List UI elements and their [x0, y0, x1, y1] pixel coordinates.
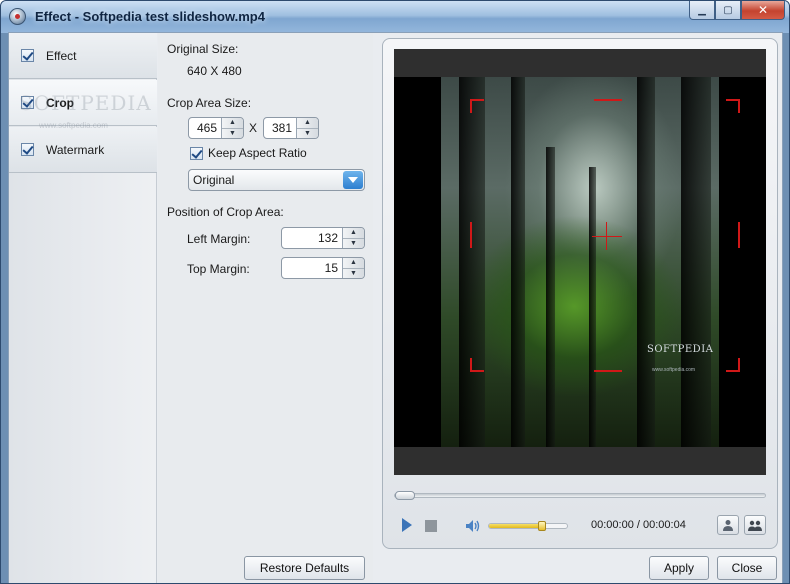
- crop-width-value: 465: [196, 121, 217, 135]
- volume-slider[interactable]: [488, 521, 568, 531]
- up-arrow-icon[interactable]: ▲: [343, 228, 364, 239]
- crop-corner-bottom-left[interactable]: [470, 358, 484, 372]
- app-icon: [9, 8, 26, 25]
- seek-bar[interactable]: [394, 491, 766, 500]
- down-arrow-icon[interactable]: ▼: [343, 269, 364, 279]
- stop-icon[interactable]: [425, 520, 437, 532]
- crop-settings-panel: Original Size: 640 X 480 Crop Area Size:…: [158, 33, 373, 583]
- close-button[interactable]: Close: [717, 556, 777, 580]
- down-arrow-icon[interactable]: ▼: [222, 129, 243, 139]
- keep-aspect-checkbox[interactable]: [190, 146, 203, 160]
- nav-item-label: Effect: [46, 48, 77, 63]
- crop-corner-top-left[interactable]: [470, 99, 484, 113]
- keep-aspect-ratio-option[interactable]: Keep Aspect Ratio: [190, 146, 307, 160]
- crop-center-crosshair-v: [606, 222, 607, 250]
- original-size-value: 640 X 480: [187, 64, 242, 78]
- top-margin-stepper[interactable]: 15 ▲ ▼: [281, 257, 365, 279]
- aspect-ratio-value: Original: [193, 173, 235, 187]
- window-title: Effect - Softpedia test slideshow.mp4: [35, 9, 265, 24]
- crop-corner-bottom-right[interactable]: [726, 358, 740, 372]
- down-arrow-icon[interactable]: ▼: [343, 239, 364, 249]
- video-preview[interactable]: SOFTPEDIA www.softpedia.com: [394, 49, 766, 475]
- crop-corner-top-right[interactable]: [726, 99, 740, 113]
- chevron-down-icon[interactable]: [343, 171, 363, 189]
- single-person-icon[interactable]: [717, 515, 739, 535]
- crop-height-value: 381: [271, 121, 292, 135]
- position-label: Position of Crop Area:: [167, 205, 284, 219]
- top-margin-label: Top Margin:: [187, 262, 250, 276]
- time-display: 00:00:00 / 00:00:04: [591, 519, 686, 531]
- effect-checkbox[interactable]: [21, 49, 34, 62]
- up-arrow-icon[interactable]: ▲: [297, 118, 318, 129]
- apply-button[interactable]: Apply: [649, 556, 709, 580]
- speaker-icon[interactable]: [465, 519, 481, 533]
- left-margin-value: 132: [317, 231, 338, 245]
- window-controls: ▁ ▢ ✕: [689, 1, 785, 20]
- top-margin-value: 15: [324, 261, 338, 275]
- maximize-button[interactable]: ▢: [715, 1, 741, 20]
- seek-thumb[interactable]: [395, 491, 415, 500]
- watermark-checkbox[interactable]: [21, 143, 34, 156]
- effect-nav: Effect Crop Watermark SOFTPEDIA www.soft…: [9, 33, 157, 583]
- two-persons-icon[interactable]: [744, 515, 766, 535]
- background-watermark-logo: SOFTPEDIA: [19, 91, 152, 115]
- nav-item-watermark[interactable]: Watermark: [9, 127, 157, 173]
- nav-item-label: Watermark: [46, 142, 105, 157]
- original-size-label: Original Size:: [167, 42, 239, 56]
- left-margin-stepper[interactable]: 132 ▲ ▼: [281, 227, 365, 249]
- dialog-client: Effect Crop Watermark SOFTPEDIA www.soft…: [8, 32, 783, 583]
- title-bar[interactable]: Effect - Softpedia test slideshow.mp4 ▁ …: [1, 1, 789, 33]
- video-watermark-logo: SOFTPEDIA: [647, 344, 714, 355]
- aspect-ratio-dropdown[interactable]: Original: [188, 169, 365, 191]
- crop-height-stepper[interactable]: 381 ▲ ▼: [263, 117, 319, 139]
- crop-edge-top[interactable]: [594, 99, 622, 101]
- effect-window: Effect - Softpedia test slideshow.mp4 ▁ …: [0, 0, 790, 584]
- background-watermark-url: www.softpedia.com: [39, 121, 108, 130]
- video-watermark-url: www.softpedia.com: [652, 367, 696, 373]
- volume-knob[interactable]: [538, 521, 547, 531]
- forest-scene-image: SOFTPEDIA www.softpedia.com: [441, 77, 719, 447]
- minimize-button[interactable]: ▁: [689, 1, 715, 20]
- crop-edge-right[interactable]: [738, 222, 740, 248]
- preview-panel: SOFTPEDIA www.softpedia.com 00:00:00 / 0…: [382, 38, 778, 549]
- crop-size-separator: X: [249, 121, 258, 135]
- left-margin-label: Left Margin:: [187, 232, 251, 246]
- crop-edge-left[interactable]: [470, 222, 472, 248]
- restore-defaults-button[interactable]: Restore Defaults: [244, 556, 365, 580]
- up-arrow-icon[interactable]: ▲: [222, 118, 243, 129]
- down-arrow-icon[interactable]: ▼: [297, 129, 318, 139]
- volume-fill: [489, 524, 543, 528]
- close-window-button[interactable]: ✕: [741, 1, 785, 20]
- keep-aspect-label: Keep Aspect Ratio: [208, 146, 307, 160]
- play-icon[interactable]: [402, 518, 412, 532]
- nav-item-effect[interactable]: Effect: [9, 33, 157, 79]
- crop-edge-bottom[interactable]: [594, 370, 622, 372]
- video-frame: SOFTPEDIA www.softpedia.com: [394, 77, 766, 447]
- crop-center-crosshair-h: [592, 236, 622, 237]
- crop-width-stepper[interactable]: 465 ▲ ▼: [188, 117, 244, 139]
- crop-area-size-label: Crop Area Size:: [167, 96, 252, 110]
- up-arrow-icon[interactable]: ▲: [343, 258, 364, 269]
